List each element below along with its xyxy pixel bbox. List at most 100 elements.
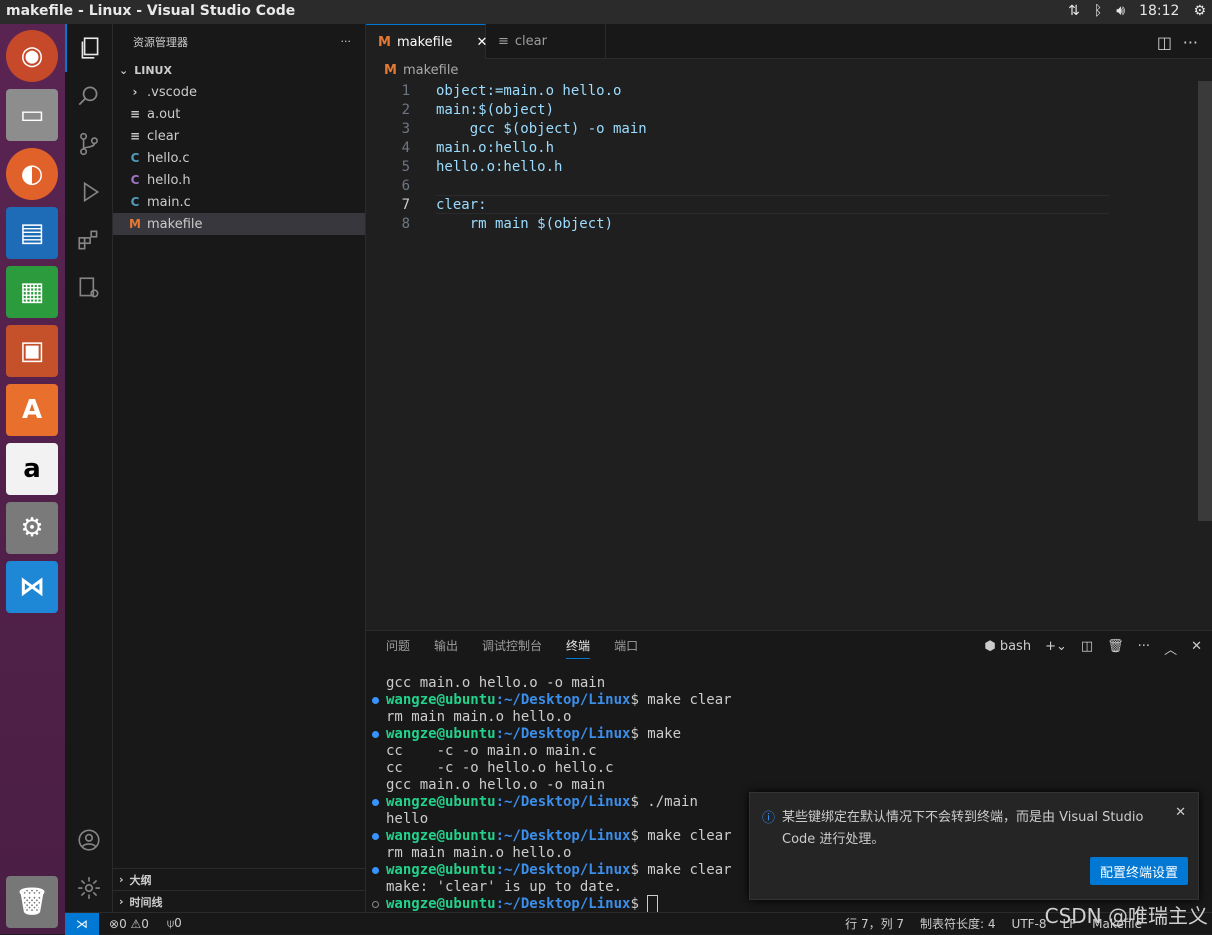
tab-makefile[interactable]: M makefile ✕ <box>366 24 487 59</box>
system-settings-icon[interactable]: ⚙ <box>6 502 58 554</box>
software-center-icon[interactable]: A <box>6 384 58 436</box>
impress-icon[interactable]: ▣ <box>6 325 58 377</box>
command-decoration-icon[interactable] <box>372 901 379 908</box>
file-a-out[interactable]: ≡ a.out <box>113 103 365 125</box>
settings-icon[interactable]: ⚙ <box>1193 3 1206 19</box>
firefox-icon[interactable]: ◐ <box>6 148 58 200</box>
line-number: 1 <box>401 83 410 99</box>
amazon-icon[interactable]: a <box>6 443 58 495</box>
file-hello-c[interactable]: Chello.c <box>113 147 365 169</box>
terminal-text: $ ./main <box>630 794 698 810</box>
command-decoration-icon[interactable] <box>372 833 379 840</box>
file-main-c[interactable]: Cmain.c <box>113 191 365 213</box>
tab-label: makefile <box>396 34 453 50</box>
command-decoration-icon[interactable] <box>372 867 379 874</box>
activity-bar <box>65 24 113 912</box>
breadcrumb[interactable]: Mmakefile <box>366 59 1212 81</box>
account-icon[interactable] <box>65 816 113 864</box>
panel-tab[interactable]: 输出 <box>434 637 458 659</box>
prompt-user: wangze@ubuntu <box>386 692 496 708</box>
problems-indicator[interactable]: ⊗0 ⚠0 <box>109 917 149 931</box>
ubuntu-icon[interactable]: ◉ <box>6 30 58 82</box>
split-editor-icon[interactable]: ◫ <box>1157 33 1172 52</box>
writer-icon[interactable]: ▤ <box>6 207 58 259</box>
line-number: 6 <box>401 178 410 194</box>
volume-icon[interactable]: 🔊︎ <box>1116 3 1125 19</box>
timeline-label: 时间线 <box>129 895 163 909</box>
extensions-icon[interactable] <box>65 216 113 264</box>
terminal-shell[interactable]: ⬢ bash <box>984 639 1031 658</box>
timeline-section[interactable]: › 时间线 <box>113 890 366 912</box>
source-control-icon[interactable] <box>65 120 113 168</box>
terminal-text: $ make <box>630 726 682 742</box>
h-file-icon: C <box>130 173 140 187</box>
prompt-path: :~/Desktop/Linux <box>495 862 631 878</box>
network-icon[interactable]: ⇅ <box>1068 3 1080 19</box>
more-actions-icon[interactable]: ··· <box>341 35 352 48</box>
terminal-text: cc -c -o main.o main.c <box>386 743 597 759</box>
new-terminal-icon[interactable]: +⌄ <box>1045 639 1067 658</box>
outline-section[interactable]: › 大纲 <box>113 868 366 890</box>
cursor-position[interactable]: 行 7，列 7 <box>845 915 904 932</box>
tab-clear[interactable]: ≡ clear <box>486 24 606 59</box>
chevron-right-icon: › <box>119 873 124 886</box>
trash-icon[interactable]: 🗑︎ <box>1107 639 1124 658</box>
prompt-path: :~/Desktop/Linux <box>495 828 631 844</box>
indentation[interactable]: 制表符长度: 4 <box>920 915 996 932</box>
run-debug-icon[interactable] <box>65 168 113 216</box>
terminal-text: rm main main.o hello.o <box>386 845 572 861</box>
error-count: 0 <box>119 916 127 931</box>
vscode-icon[interactable]: ⋈ <box>6 561 58 613</box>
terminal-output[interactable]: gcc main.o hello.o -o main wangze@ubuntu:… <box>372 675 732 913</box>
panel-tab[interactable]: 终端 <box>566 637 591 659</box>
close-panel-icon[interactable]: ✕ <box>1191 639 1202 658</box>
panel-tab[interactable]: 调试控制台 <box>482 637 542 659</box>
file--vscode[interactable]: › .vscode <box>113 81 365 103</box>
prompt-path: :~/Desktop/Linux <box>495 896 631 912</box>
prompt-user: wangze@ubuntu <box>386 726 496 742</box>
close-icon[interactable]: ✕ <box>1175 805 1186 820</box>
file-clear[interactable]: ≡ clear <box>113 125 365 147</box>
calc-icon[interactable]: ▦ <box>6 266 58 318</box>
files-icon[interactable]: ▭ <box>6 89 58 141</box>
command-decoration-icon[interactable] <box>372 697 379 704</box>
panel-tab[interactable]: 问题 <box>386 637 410 659</box>
info-icon: ⓘ <box>762 811 776 826</box>
more-actions-icon[interactable]: ··· <box>1138 639 1150 658</box>
maximize-panel-icon[interactable]: ︿ <box>1164 639 1177 658</box>
prompt-user: wangze@ubuntu <box>386 862 496 878</box>
configure-terminal-button[interactable]: 配置终端设置 <box>1089 857 1188 885</box>
prompt-user: wangze@ubuntu <box>386 828 496 844</box>
minimap-scrollbar[interactable] <box>1198 81 1212 521</box>
explorer-icon[interactable] <box>65 24 113 72</box>
system-tray[interactable]: ⇅ ᛒ 🔊︎ 18:12 ⚙ <box>1068 3 1206 19</box>
command-decoration-icon[interactable] <box>372 799 379 806</box>
remote-explorer-icon[interactable] <box>65 264 113 312</box>
code-line: gcc $(object) -o main <box>436 121 647 137</box>
split-terminal-icon[interactable]: ◫ <box>1081 639 1093 658</box>
remote-icon[interactable]: ⋊ <box>65 912 99 935</box>
terminal-text: gcc main.o hello.o -o main <box>386 777 606 793</box>
trash-icon[interactable]: 🗑︎ <box>6 876 58 928</box>
port-count: 0 <box>174 916 182 930</box>
notification-toast: ⓘ ✕ 某些键绑定在默认情况下不会转到终端，而是由 Visual Studio … <box>749 792 1199 900</box>
clock[interactable]: 18:12 <box>1139 3 1179 19</box>
more-actions-icon[interactable]: ··· <box>1183 33 1198 52</box>
line-number: 4 <box>401 140 410 156</box>
file-hello-h[interactable]: Chello.h <box>113 169 365 191</box>
prompt-path: :~/Desktop/Linux <box>495 692 631 708</box>
ports-indicator[interactable]: ⍦0 <box>167 916 182 931</box>
command-decoration-icon[interactable] <box>372 731 379 738</box>
ubuntu-launcher: ◉ ▭ ◐ ▤ ▦ ▣ A a ⚙ ⋈ 🗑︎ <box>0 24 65 934</box>
terminal-line: gcc main.o hello.o -o main <box>386 675 732 692</box>
terminal-text: cc -c -o hello.o hello.c <box>386 760 614 776</box>
encoding[interactable]: UTF-8 <box>1012 917 1047 931</box>
workspace-folder[interactable]: ⌄ LINUX <box>113 59 365 81</box>
file-name: hello.h <box>147 172 191 188</box>
manage-gear-icon[interactable] <box>65 864 113 912</box>
panel-tab[interactable]: 端口 <box>614 637 638 659</box>
file-makefile[interactable]: Mmakefile <box>113 213 365 235</box>
editor-tabs: M makefile ✕ ≡ clear ◫ ··· <box>366 24 1212 59</box>
search-icon[interactable] <box>65 72 113 120</box>
bluetooth-icon[interactable]: ᛒ <box>1094 3 1102 19</box>
